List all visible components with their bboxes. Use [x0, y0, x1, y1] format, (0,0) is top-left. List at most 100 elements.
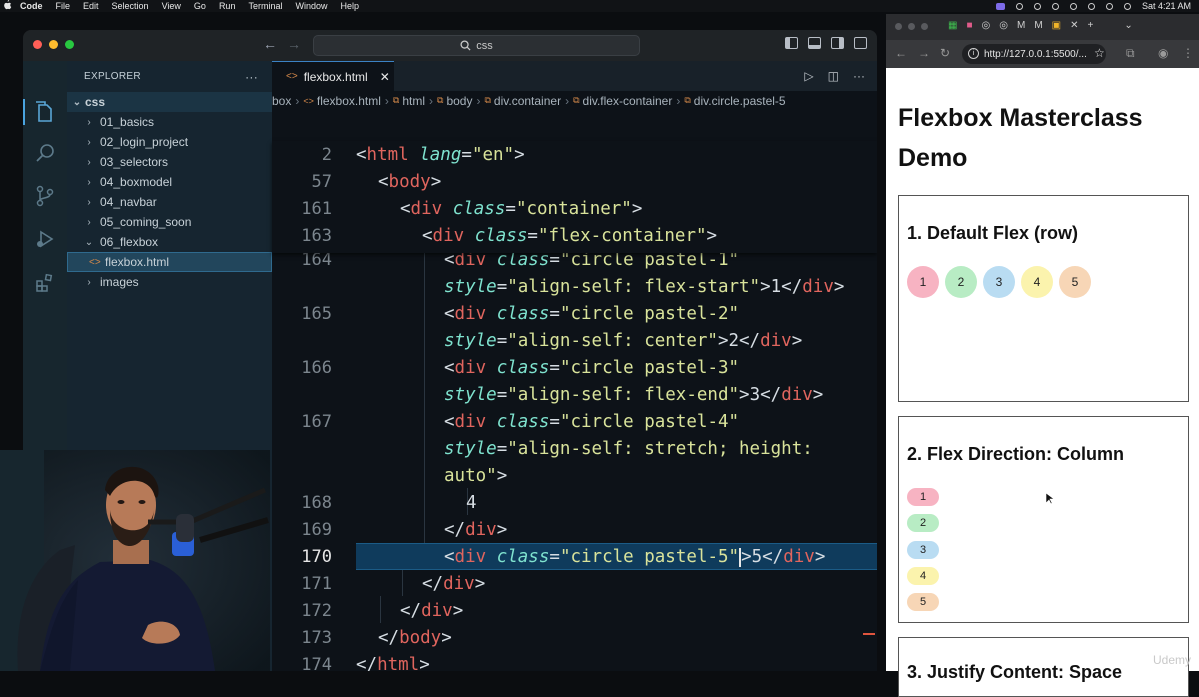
back-arrow-icon[interactable]: ← [895, 46, 907, 60]
tab-m-icon[interactable]: M [1017, 20, 1025, 31]
forward-arrow-icon[interactable]: → [918, 46, 930, 60]
more-actions-icon[interactable]: ··· [245, 70, 258, 84]
minimize-window-button[interactable] [49, 40, 58, 49]
code-line[interactable]: style="align-self: flex-end">3</div> [444, 382, 823, 409]
code-line[interactable]: </html> [356, 652, 430, 671]
reload-icon[interactable]: ↻ [940, 46, 950, 60]
code-line[interactable]: </div> [444, 517, 507, 544]
code-line[interactable]: </body> [378, 625, 452, 652]
menu-go[interactable]: Go [194, 1, 206, 11]
bookmark-star-icon[interactable]: ☆ [1094, 46, 1105, 60]
back-arrow-icon[interactable]: ← [263, 36, 277, 52]
control-center-icon[interactable] [1105, 2, 1113, 10]
bluetooth-icon[interactable] [1069, 2, 1077, 10]
tree-item-04-navbar[interactable]: › 04_navbar [67, 192, 272, 212]
tab-flexbox-html[interactable]: <> flexbox.html ✕ [272, 61, 394, 91]
tab-m-icon[interactable]: M [1034, 20, 1042, 31]
status-sync-icon[interactable] [1051, 2, 1059, 10]
tab-list-icon[interactable]: ⌄ [1124, 20, 1132, 31]
code-line[interactable]: style="align-self: center">2</div> [444, 328, 802, 355]
toggle-secondary-sidebar-icon[interactable] [831, 37, 844, 49]
run-icon[interactable]: ▷ [804, 69, 813, 83]
code-line[interactable]: <div class="circle pastel-5" >5</div> [444, 544, 825, 571]
menu-selection[interactable]: Selection [112, 1, 149, 11]
code-editor[interactable]: 164 <div class="circle pastel-1" style="al… [272, 141, 877, 671]
profile-avatar-icon[interactable]: ◉ [1158, 46, 1168, 60]
status-circle-icon[interactable] [1015, 2, 1023, 10]
breadcrumb-item[interactable]: body [446, 94, 472, 108]
sticky-scroll-line[interactable]: <html lang="en"> [356, 142, 525, 169]
code-line[interactable]: style="align-self: stretch; height: [444, 436, 813, 463]
tab-globe-icon[interactable]: ◎ [999, 20, 1008, 31]
tab-app-icon[interactable]: ■ [966, 20, 972, 31]
extensions-icon[interactable] [34, 273, 56, 295]
close-tab-icon[interactable]: ✕ [1070, 20, 1078, 31]
tree-item-05-coming-soon[interactable]: › 05_coming_soon [67, 212, 272, 232]
browser-zoom-button[interactable] [921, 23, 928, 30]
code-line[interactable]: <div class="circle pastel-4" [444, 409, 739, 436]
sticky-scroll-line[interactable]: <div class="flex-container"> [422, 223, 717, 250]
status-record-icon[interactable] [1033, 2, 1041, 10]
menu-run[interactable]: Run [219, 1, 236, 11]
tree-item-02-login-project[interactable]: › 02_login_project [67, 132, 272, 152]
menu-terminal[interactable]: Terminal [248, 1, 282, 11]
menu-help[interactable]: Help [340, 1, 359, 11]
display-icon[interactable] [1087, 2, 1095, 10]
explorer-icon[interactable] [34, 101, 56, 123]
breadcrumb-item[interactable]: html [402, 94, 425, 108]
menubar-clock[interactable]: Sat 4:21 AM [1142, 1, 1191, 11]
tree-item-03-selectors[interactable]: › 03_selectors [67, 152, 272, 172]
code-line[interactable]: <div class="circle pastel-2" [444, 301, 739, 328]
tab-globe-icon[interactable]: ◎ [982, 20, 991, 31]
tree-item-04-boxmodel[interactable]: › 04_boxmodel [67, 172, 272, 192]
browser-minimize-button[interactable] [908, 23, 915, 30]
more-actions-icon[interactable]: ··· [853, 69, 865, 83]
tree-item-06-flexbox[interactable]: ⌄ 06_flexbox [67, 232, 272, 252]
menu-file[interactable]: File [56, 1, 71, 11]
close-tab-icon[interactable]: ✕ [380, 70, 390, 84]
code-line[interactable]: </div> [400, 598, 463, 625]
new-tab-icon[interactable]: + [1088, 20, 1094, 31]
sticky-scroll-line[interactable]: <body> [378, 169, 441, 196]
site-info-icon[interactable]: i [968, 48, 979, 59]
split-editor-icon[interactable]: ◫ [828, 69, 839, 83]
customize-layout-icon[interactable] [854, 37, 867, 49]
toggle-panel-icon[interactable] [808, 37, 821, 49]
breadcrumb-item[interactable]: box [272, 94, 291, 108]
zoom-window-button[interactable] [65, 40, 74, 49]
code-line[interactable]: 4 [466, 490, 477, 517]
code-line[interactable]: </div> [422, 571, 485, 598]
code-line[interactable]: <div class="circle pastel-3" [444, 355, 739, 382]
app-menu[interactable]: Code [20, 1, 43, 11]
apple-icon[interactable] [0, 0, 14, 12]
run-debug-icon[interactable] [34, 229, 56, 251]
tab-sheets-icon[interactable]: ▦ [948, 20, 957, 31]
menu-edit[interactable]: Edit [83, 1, 99, 11]
menu-view[interactable]: View [162, 1, 181, 11]
search-icon[interactable] [1123, 2, 1131, 10]
tab-app-icon[interactable]: ▣ [1052, 20, 1061, 31]
browser-close-button[interactable] [895, 23, 902, 30]
search-icon[interactable] [34, 143, 56, 165]
tree-item-flexbox-html[interactable]: <> flexbox.html [67, 252, 272, 272]
status-app-icon[interactable] [995, 2, 1005, 10]
address-bar[interactable]: i http://127.0.0.1:5500/... [962, 44, 1106, 64]
command-center-search[interactable]: css [313, 35, 640, 56]
tree-item-01-basics[interactable]: › 01_basics [67, 112, 272, 132]
breadcrumb-item[interactable]: div.circle.pastel-5 [694, 94, 786, 108]
source-control-icon[interactable] [34, 185, 56, 207]
breadcrumb-item[interactable]: div.container [494, 94, 561, 108]
toggle-sidebar-icon[interactable] [785, 37, 798, 49]
tree-item-images[interactable]: › images [67, 272, 272, 292]
breadcrumb-item[interactable]: div.flex-container [583, 94, 673, 108]
sticky-scroll-line[interactable]: <div class="container"> [400, 196, 642, 223]
code-line[interactable]: style="align-self: flex-start">1</div> [444, 274, 844, 301]
code-line[interactable]: auto"> [444, 463, 507, 490]
extensions-icon[interactable]: ⧉ [1126, 46, 1135, 61]
breadcrumb-item[interactable]: flexbox.html [317, 94, 381, 108]
folder-root[interactable]: ⌄ css [67, 92, 272, 112]
browser-menu-icon[interactable]: ⋮ [1182, 46, 1194, 60]
menu-window[interactable]: Window [295, 1, 327, 11]
forward-arrow-icon[interactable]: → [287, 36, 301, 52]
close-window-button[interactable] [33, 40, 42, 49]
